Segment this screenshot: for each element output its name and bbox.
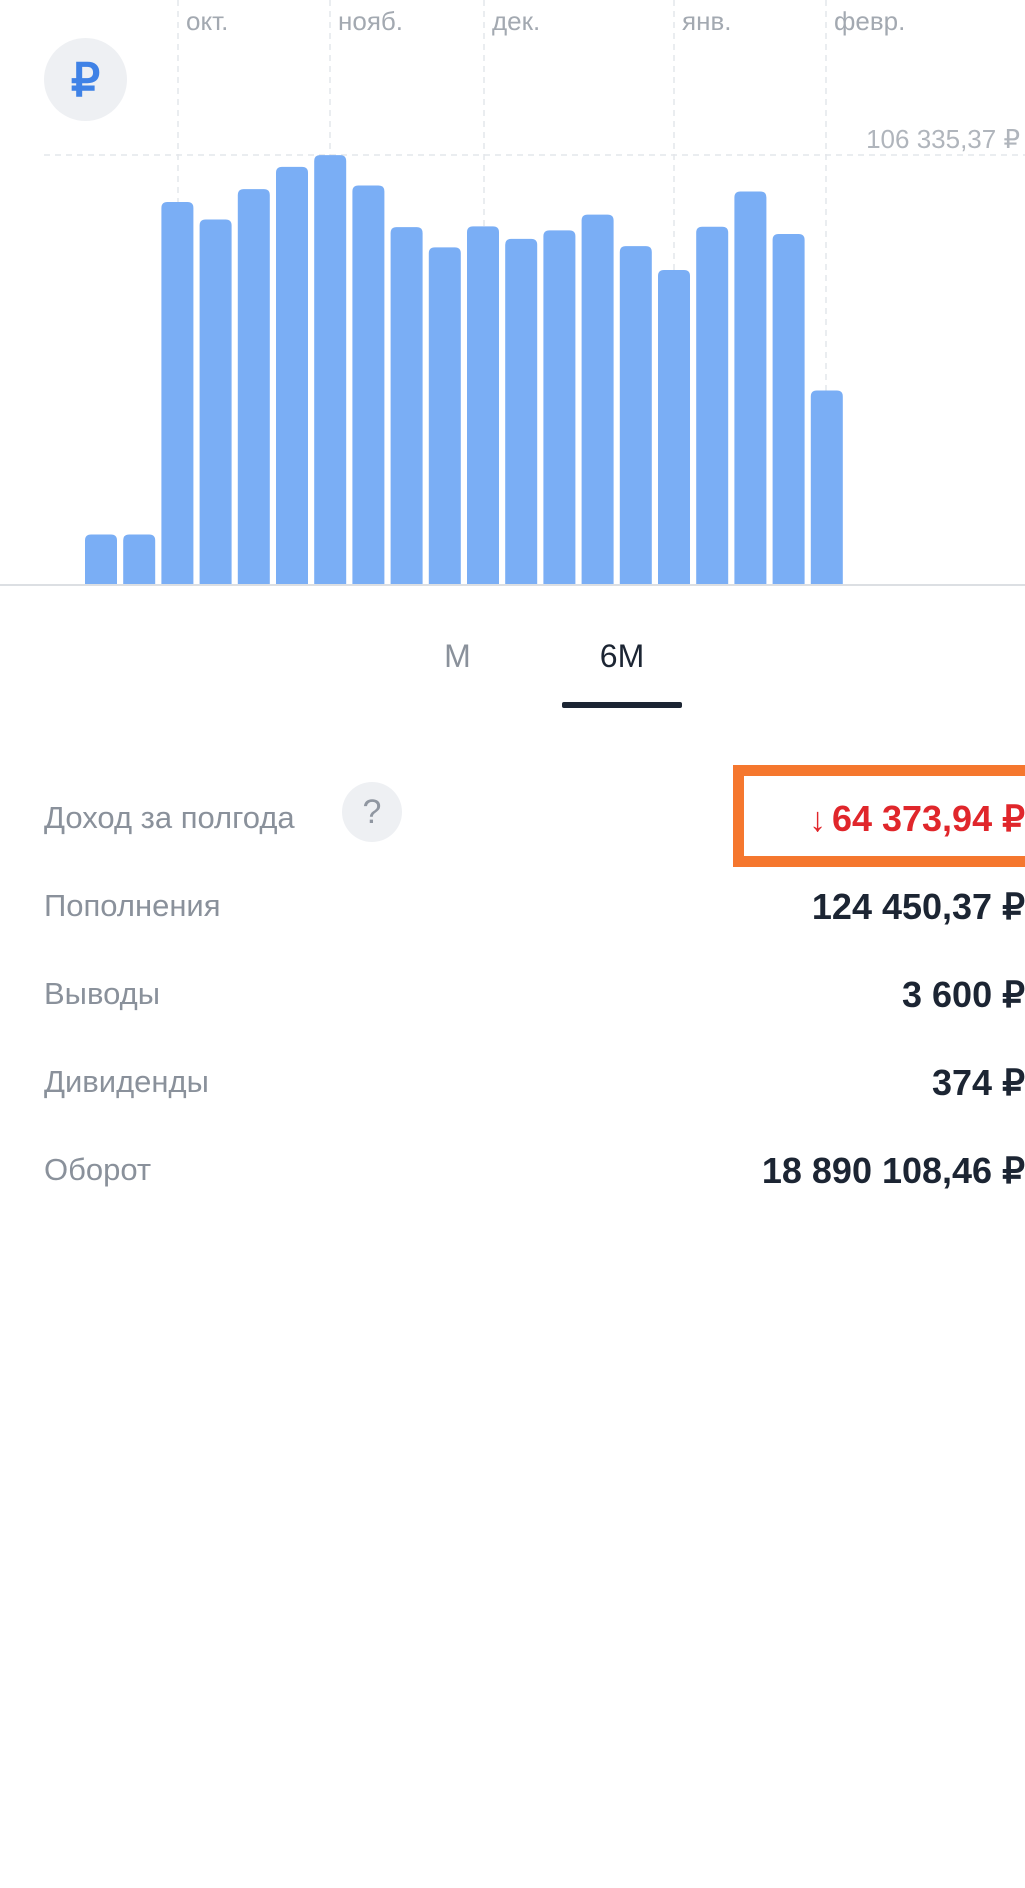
chart-bar — [161, 202, 194, 586]
chart-bar — [199, 219, 232, 585]
ruble-icon: ₽ — [70, 53, 101, 106]
portfolio-chart: окт. нояб. дек. янв. февр. 106 335,37 ₽ ₽ — [0, 0, 1025, 590]
withdrawals-row: Выводы 3 600 ₽ — [0, 966, 1025, 1026]
chart-bar — [276, 166, 308, 586]
question-icon: ? — [362, 792, 382, 831]
chart-bar — [505, 238, 538, 585]
period-tabs: М 6М — [0, 618, 1025, 708]
active-tab-indicator — [562, 702, 682, 708]
currency-button[interactable]: ₽ — [44, 38, 127, 121]
chart-bar — [467, 226, 499, 585]
highlight-box — [733, 765, 1025, 867]
turnover-label: Оборот — [44, 1152, 152, 1187]
month-label: нояб. — [338, 6, 403, 36]
chart-bar — [123, 534, 156, 585]
month-label: окт. — [186, 6, 228, 36]
tab-month[interactable]: М — [420, 628, 495, 708]
turnover-row: Оборот 18 890 108,46 ₽ — [0, 1142, 1025, 1202]
month-label: дек. — [492, 6, 540, 36]
tab-six-months-label: 6М — [599, 638, 645, 674]
deposits-label: Пополнения — [44, 888, 221, 923]
month-label: февр. — [834, 6, 905, 36]
chart-bar — [237, 189, 270, 586]
help-button[interactable]: ? — [342, 782, 402, 842]
tab-month-label: М — [444, 638, 471, 674]
turnover-value: 18 890 108,46 ₽ — [761, 1150, 1025, 1191]
max-value-label: 106 335,37 ₽ — [866, 124, 1020, 154]
bar-chart-svg: окт. нояб. дек. янв. февр. 106 335,37 ₽ — [0, 0, 1025, 586]
deposits-row: Пополнения 124 450,37 ₽ — [0, 878, 1025, 938]
income-label: Доход за полгода — [44, 800, 295, 835]
chart-bar — [428, 247, 461, 585]
dividends-row: Дивиденды 374 ₽ — [0, 1054, 1025, 1114]
chart-bar — [543, 230, 576, 585]
chart-bar — [390, 227, 423, 585]
chart-bar — [352, 185, 385, 585]
chart-bar — [810, 390, 843, 585]
chart-bar — [85, 534, 117, 585]
chart-bar — [772, 233, 805, 585]
chart-bar — [658, 269, 690, 585]
withdrawals-label: Выводы — [44, 976, 161, 1011]
withdrawals-value: 3 600 ₽ — [902, 974, 1025, 1015]
chart-bar — [696, 226, 729, 586]
deposits-value: 124 450,37 ₽ — [811, 886, 1025, 927]
dividends-value: 374 ₽ — [932, 1062, 1025, 1103]
chart-bar — [314, 155, 347, 585]
tab-six-months[interactable]: 6М — [562, 628, 682, 708]
chart-bar — [619, 246, 652, 585]
chart-bar — [734, 191, 767, 585]
month-label: янв. — [682, 6, 731, 36]
chart-bar — [581, 214, 614, 585]
dividends-label: Дивиденды — [44, 1064, 209, 1099]
